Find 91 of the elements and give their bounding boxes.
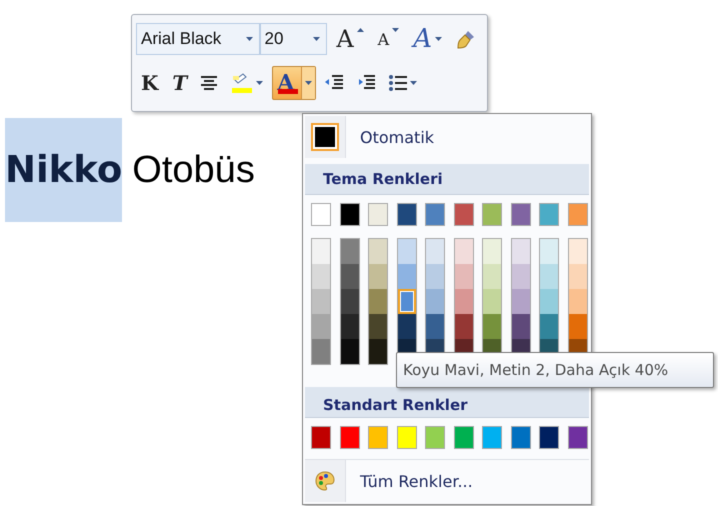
- color-swatch[interactable]: [426, 314, 444, 339]
- grow-font-button[interactable]: A: [331, 22, 369, 56]
- color-swatch[interactable]: [454, 264, 472, 289]
- color-swatch[interactable]: [369, 264, 387, 289]
- color-swatch[interactable]: [539, 203, 559, 226]
- automatic-color-item[interactable]: Otomatik: [305, 116, 589, 158]
- color-swatch[interactable]: [398, 289, 416, 314]
- color-swatch[interactable]: [312, 264, 330, 289]
- color-swatch[interactable]: [510, 426, 530, 449]
- color-swatch[interactable]: [368, 203, 388, 226]
- color-swatch[interactable]: [512, 289, 530, 314]
- dropdown-arrow-icon[interactable]: [435, 37, 442, 41]
- color-swatch[interactable]: [369, 239, 387, 264]
- highlighter-icon: [231, 72, 254, 94]
- section-header: Standart Renkler: [305, 387, 589, 418]
- color-swatch[interactable]: [369, 289, 387, 314]
- color-swatch[interactable]: [512, 264, 530, 289]
- section-header: Tema Renkleri: [305, 164, 589, 195]
- color-swatch[interactable]: [540, 289, 558, 314]
- color-swatch[interactable]: [426, 264, 444, 289]
- color-swatch[interactable]: [539, 426, 559, 449]
- color-swatch[interactable]: [369, 314, 387, 339]
- dropdown-arrow-icon[interactable]: [256, 81, 264, 85]
- color-swatch[interactable]: [340, 339, 358, 364]
- color-swatch[interactable]: [454, 289, 472, 314]
- up-arrow-icon: [356, 28, 364, 32]
- shrink-font-button[interactable]: A: [372, 22, 404, 56]
- color-swatch[interactable]: [454, 314, 472, 339]
- more-colors-item[interactable]: Tüm Renkler...: [305, 459, 589, 502]
- text-effects-button[interactable]: A: [408, 22, 447, 56]
- color-swatch[interactable]: [568, 203, 588, 226]
- color-swatch[interactable]: [398, 314, 416, 339]
- color-swatch[interactable]: [540, 264, 558, 289]
- color-swatch[interactable]: [540, 239, 558, 264]
- color-swatch[interactable]: [340, 203, 360, 226]
- color-swatch[interactable]: [312, 289, 330, 314]
- color-swatch[interactable]: [426, 289, 444, 314]
- color-swatch[interactable]: [312, 314, 330, 339]
- color-swatch[interactable]: [483, 314, 501, 339]
- color-swatch[interactable]: [483, 289, 501, 314]
- bold-button[interactable]: K: [136, 66, 164, 100]
- color-swatch[interactable]: [512, 239, 530, 264]
- increase-indent-icon: [357, 75, 376, 91]
- down-arrow-icon: [392, 28, 400, 32]
- color-swatch[interactable]: [568, 264, 586, 289]
- color-swatch[interactable]: [396, 203, 416, 226]
- color-swatch[interactable]: [425, 426, 445, 449]
- color-swatch[interactable]: [510, 203, 530, 226]
- color-swatch[interactable]: [568, 289, 586, 314]
- color-swatch[interactable]: [568, 426, 588, 449]
- color-swatch[interactable]: [312, 239, 330, 264]
- color-swatch[interactable]: [369, 339, 387, 364]
- color-swatch[interactable]: [483, 239, 501, 264]
- color-swatch[interactable]: [340, 264, 358, 289]
- color-swatch[interactable]: [482, 426, 502, 449]
- italic-button[interactable]: T: [167, 66, 192, 100]
- color-swatch[interactable]: [398, 239, 416, 264]
- dropdown-arrow-icon[interactable]: [313, 37, 320, 41]
- font-size-box[interactable]: 20: [260, 23, 328, 55]
- tooltip: Koyu Mavi, Metin 2, Daha Açık 40%: [396, 352, 714, 388]
- color-swatch[interactable]: [426, 239, 444, 264]
- palette-icon: [315, 471, 335, 491]
- color-swatch[interactable]: [454, 426, 474, 449]
- color-swatch[interactable]: [311, 426, 331, 449]
- color-swatch[interactable]: [482, 203, 502, 226]
- color-swatch[interactable]: [311, 203, 331, 226]
- color-swatch[interactable]: [540, 314, 558, 339]
- bullet-list-icon: [389, 75, 408, 91]
- color-swatch[interactable]: [396, 426, 416, 449]
- color-swatch[interactable]: [398, 264, 416, 289]
- color-swatch[interactable]: [454, 239, 472, 264]
- color-swatch[interactable]: [340, 426, 360, 449]
- color-swatch[interactable]: [340, 314, 358, 339]
- document-word: Otobüs: [132, 148, 255, 193]
- decrease-indent-icon: [325, 75, 344, 91]
- color-swatch[interactable]: [568, 239, 586, 264]
- font-name-box[interactable]: Arial Black: [136, 23, 260, 55]
- color-swatch[interactable]: [512, 314, 530, 339]
- color-swatch[interactable]: [312, 339, 330, 364]
- color-swatch[interactable]: [340, 239, 358, 264]
- color-swatch[interactable]: [368, 426, 388, 449]
- dropdown-arrow-icon[interactable]: [246, 37, 253, 41]
- color-swatch[interactable]: [454, 203, 474, 226]
- color-swatch[interactable]: [568, 314, 586, 339]
- center-align-icon: [201, 76, 218, 90]
- dropdown-arrow-icon[interactable]: [410, 81, 418, 85]
- dropdown-arrow-icon[interactable]: [305, 81, 312, 85]
- color-swatch[interactable]: [483, 264, 501, 289]
- color-swatch[interactable]: [340, 289, 358, 314]
- color-swatch[interactable]: [425, 203, 445, 226]
- selected-word: Nikko: [5, 118, 122, 222]
